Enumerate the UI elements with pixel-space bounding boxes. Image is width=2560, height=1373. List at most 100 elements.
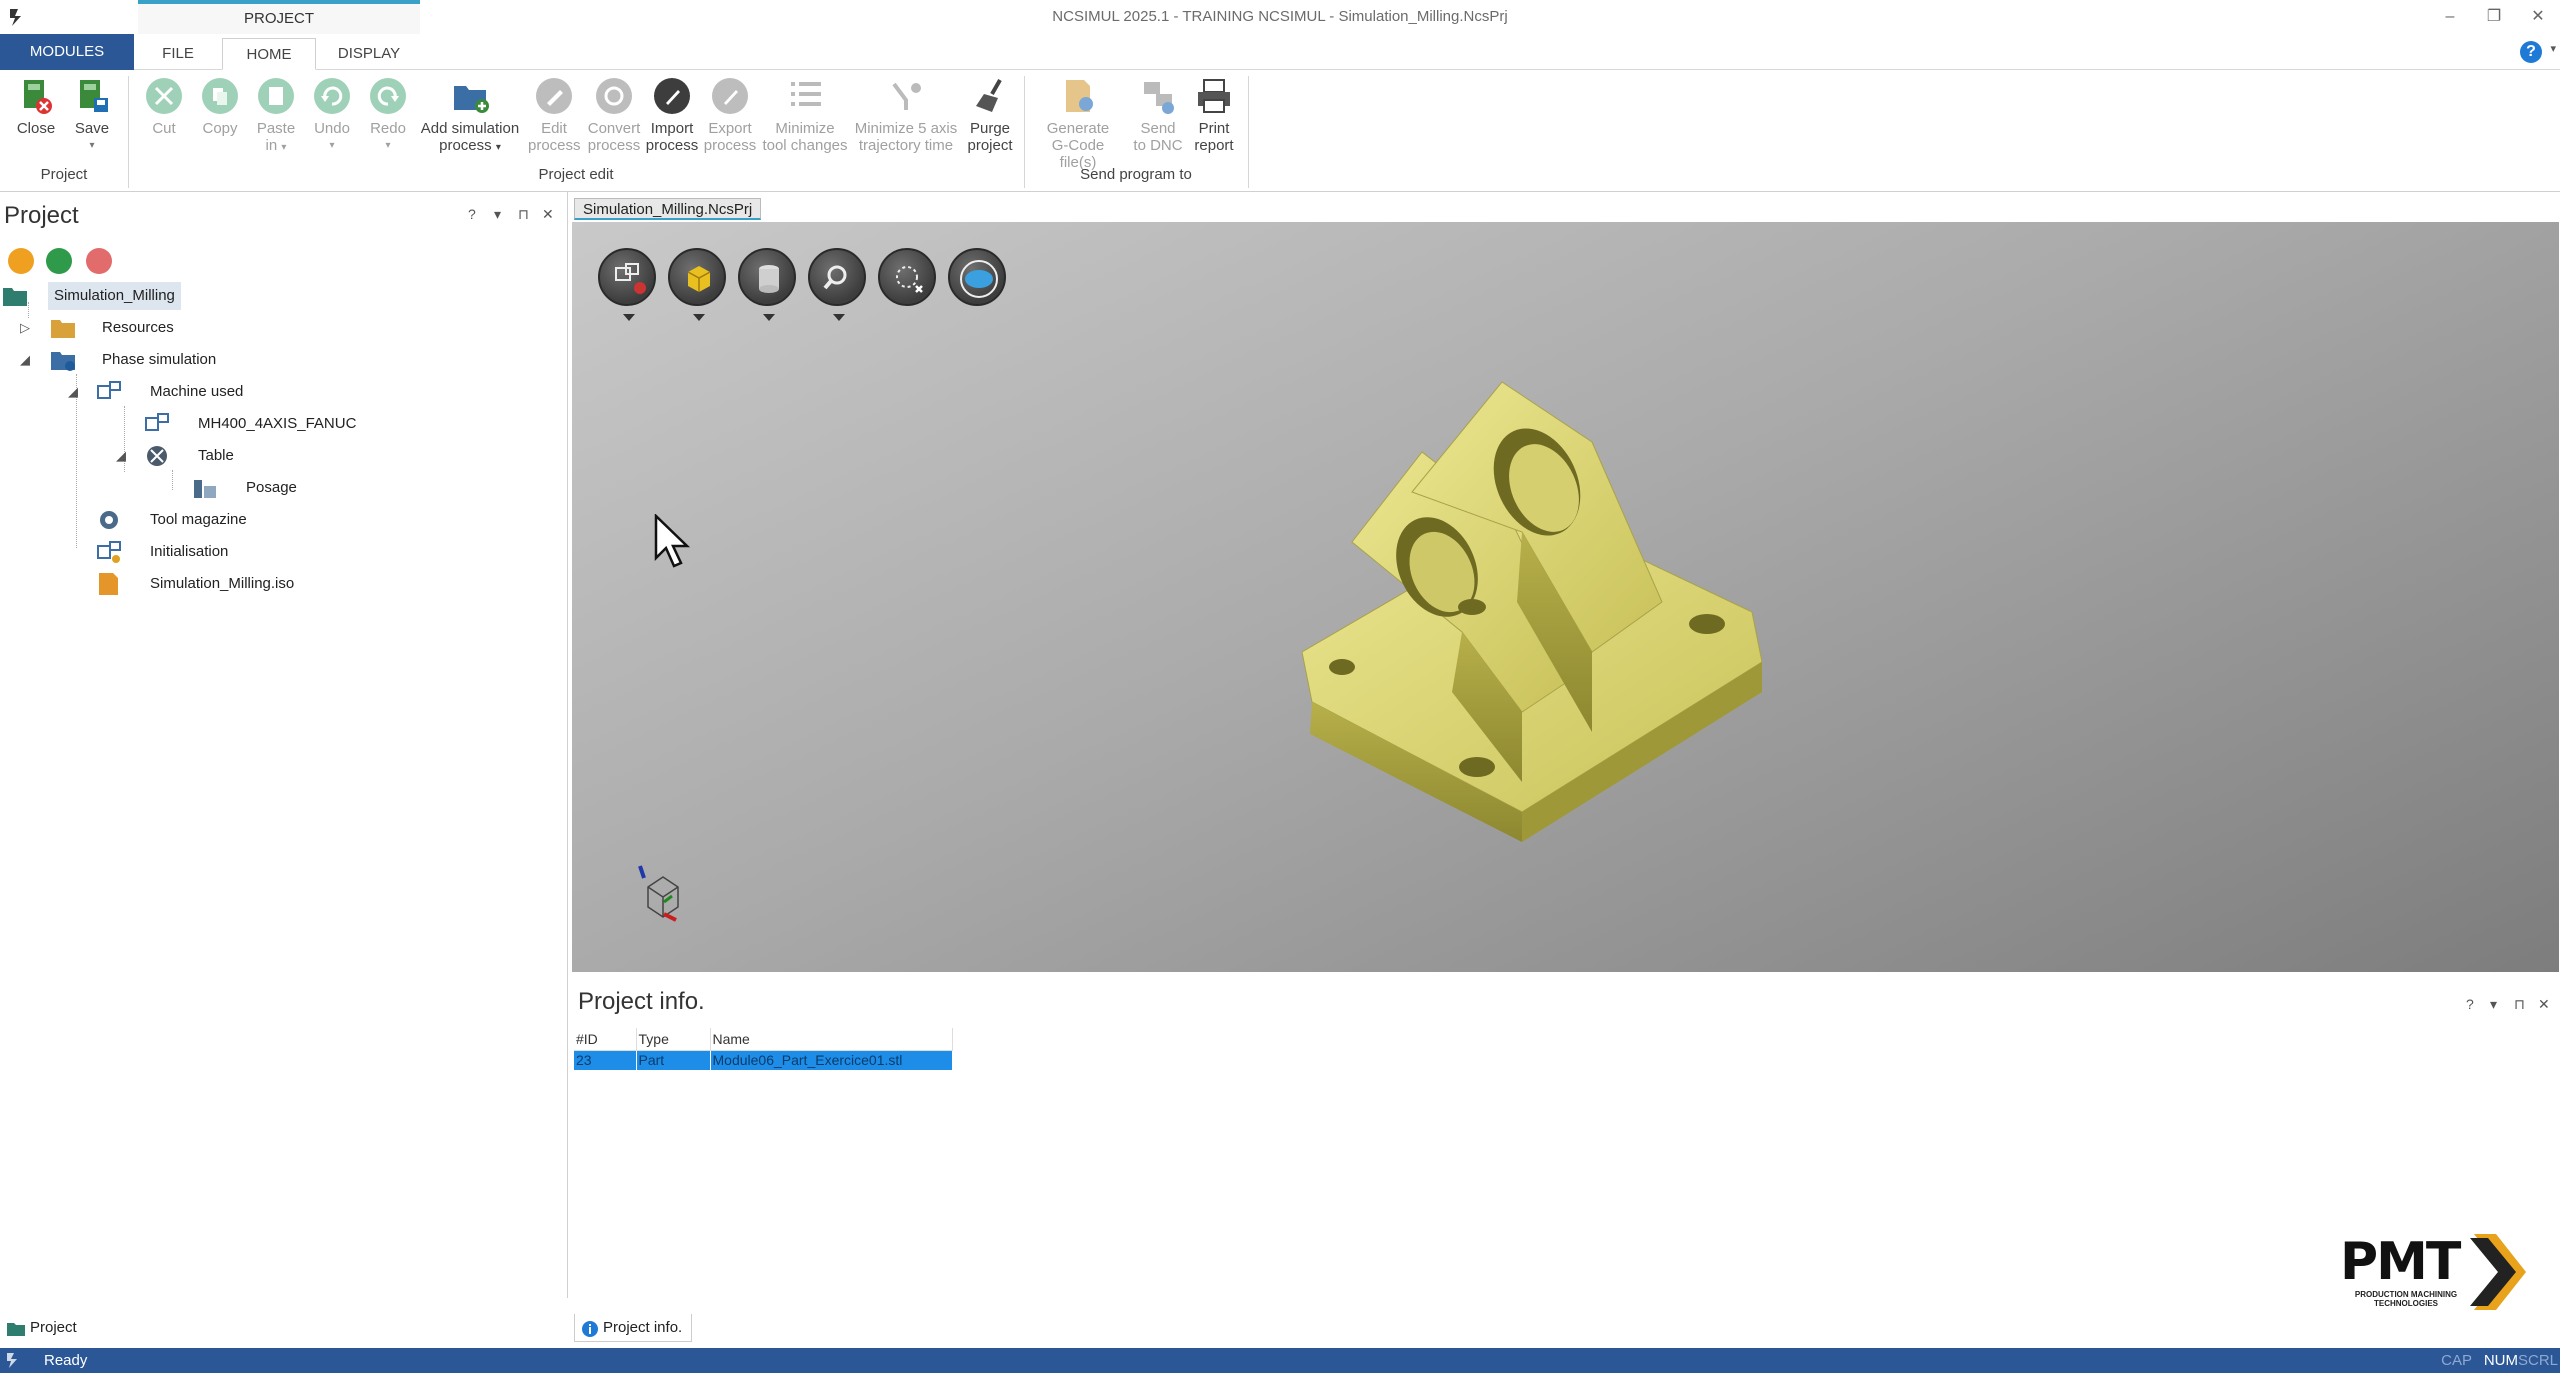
export-icon: [712, 78, 748, 114]
undo-button[interactable]: Undo ▾: [308, 76, 356, 154]
tree-item-iso[interactable]: Simulation_Milling.iso: [0, 570, 560, 598]
printer-icon: [1198, 79, 1230, 113]
tree-label-root: Simulation_Milling: [48, 282, 181, 310]
view-machine-button[interactable]: [598, 248, 656, 321]
tree-item-posage[interactable]: Posage: [0, 474, 560, 502]
document-tab[interactable]: Simulation_Milling.NcsPrj: [574, 198, 762, 220]
tree-item-tool-magazine[interactable]: Tool magazine: [0, 506, 560, 534]
column-header-type[interactable]: Type: [636, 1028, 711, 1051]
minimize-5-axis-button[interactable]: Minimize 5 axis trajectory time: [852, 76, 960, 154]
pin-icon[interactable]: ⊓: [2514, 996, 2525, 1013]
refresh-green-icon[interactable]: [46, 248, 72, 274]
add-sim-label-2: process: [439, 137, 492, 154]
refresh-red-icon[interactable]: [86, 248, 112, 274]
tree-item-machine[interactable]: MH400_4AXIS_FANUC: [0, 410, 560, 438]
rotate-icon: [960, 260, 998, 298]
tree-item-phase[interactable]: ◢ Phase simulation: [0, 346, 560, 374]
status-scrl: SCRL: [2517, 1352, 2558, 1369]
send-to-dnc-button[interactable]: Send to DNC: [1130, 76, 1186, 154]
file-icon: [99, 573, 118, 595]
tab-file[interactable]: FILE: [148, 38, 208, 70]
collapse-icon[interactable]: ◢: [116, 442, 126, 470]
column-header-name[interactable]: Name: [710, 1028, 953, 1051]
close-button[interactable]: Close: [14, 76, 58, 137]
chevron-down-icon[interactable]: [623, 314, 635, 321]
magnifier-icon: [823, 265, 847, 290]
cut-button[interactable]: Cut: [140, 76, 188, 137]
copy-label: Copy: [202, 120, 238, 137]
tree-item-root[interactable]: Simulation_Milling: [0, 282, 560, 310]
paste-in-button[interactable]: Paste in ▾: [252, 76, 300, 156]
table-row[interactable]: 23 Part Module06_Part_Exercice01.stl: [574, 1050, 953, 1070]
refresh-orange-icon[interactable]: [8, 248, 34, 274]
chevron-down-icon[interactable]: ▾: [494, 206, 501, 223]
restore-icon[interactable]: ❐: [2472, 0, 2516, 34]
print-report-button[interactable]: Print report: [1190, 76, 1238, 154]
export-process-button[interactable]: Export process: [702, 76, 758, 154]
help-icon[interactable]: ?: [2466, 996, 2474, 1012]
folder-icon: [51, 320, 75, 338]
pin-icon[interactable]: ⊓: [518, 206, 529, 223]
table-icon: [147, 446, 167, 466]
gcode-file-icon: [1066, 80, 1093, 112]
chevron-down-icon[interactable]: [763, 314, 775, 321]
edit-process-button[interactable]: Edit process: [528, 76, 581, 154]
table-header-row: #ID Type Name: [574, 1028, 953, 1051]
tree-item-machine-used[interactable]: ◢ Machine used: [0, 378, 560, 406]
close-window-icon[interactable]: ✕: [2516, 0, 2560, 34]
3d-viewport[interactable]: [572, 222, 2559, 972]
add-simulation-process-button[interactable]: Add simulation process ▾: [416, 76, 524, 156]
chevron-down-icon[interactable]: ▾: [2550, 42, 2556, 55]
purge-project-button[interactable]: Purge project: [960, 76, 1020, 154]
help-icon[interactable]: ?: [2520, 41, 2542, 63]
collapse-icon[interactable]: ◢: [68, 378, 78, 406]
panel-title: Project: [4, 202, 79, 229]
import-process-button[interactable]: Import process: [644, 76, 700, 154]
clear-selection-button[interactable]: [878, 248, 936, 306]
collapse-icon[interactable]: ◢: [20, 346, 30, 374]
undo-icon: [314, 78, 350, 114]
close-icon[interactable]: ✕: [542, 206, 554, 223]
zoom-button[interactable]: [808, 248, 866, 321]
tab-modules[interactable]: MODULES: [0, 34, 134, 70]
chevron-down-icon[interactable]: [833, 314, 845, 321]
list-icon: [791, 82, 821, 106]
chevron-down-icon: ▾: [281, 142, 287, 153]
dnc-icon: [1144, 82, 1174, 114]
minimize-icon[interactable]: –: [2428, 0, 2472, 34]
tree-item-initialisation[interactable]: Initialisation: [0, 538, 560, 566]
tree-label-posage: Posage: [246, 479, 297, 496]
view-stock-button[interactable]: [738, 248, 796, 321]
tree-item-resources[interactable]: ▷ Resources: [0, 314, 560, 342]
send-label-2: to DNC: [1133, 137, 1183, 154]
bottom-tab-info[interactable]: Project info.: [574, 1314, 692, 1342]
view-solid-button[interactable]: [668, 248, 726, 321]
rotate-view-button[interactable]: [948, 248, 1006, 306]
app-icon[interactable]: [6, 6, 28, 28]
send-label-1: Send: [1140, 120, 1176, 137]
chevron-down-icon: ▾: [329, 140, 335, 151]
column-header-id[interactable]: #ID: [574, 1028, 637, 1051]
expand-icon[interactable]: ▷: [20, 314, 30, 342]
convert-process-button[interactable]: Convert process: [584, 76, 644, 154]
close-icon[interactable]: ✕: [2538, 996, 2550, 1013]
chevron-down-icon[interactable]: [693, 314, 705, 321]
copy-button[interactable]: Copy: [196, 76, 244, 137]
group-label-project-edit: Project edit: [538, 166, 614, 183]
minimize-tool-changes-button[interactable]: Minimize tool changes: [758, 76, 852, 154]
help-icon[interactable]: ?: [468, 206, 476, 222]
tab-display[interactable]: DISPLAY: [330, 38, 408, 70]
save-button[interactable]: Save ▾: [70, 76, 114, 154]
status-app-icon: [7, 1353, 17, 1368]
bottom-tab-info-label: Project info.: [603, 1319, 683, 1336]
bottom-tab-project[interactable]: Project: [2, 1314, 86, 1342]
tree-label-table: Table: [198, 447, 234, 464]
redo-button[interactable]: Redo ▾: [364, 76, 412, 154]
tree-item-table[interactable]: ◢ Table: [0, 442, 560, 470]
chevron-down-icon[interactable]: ▾: [2490, 996, 2497, 1013]
info-icon: [582, 1321, 598, 1337]
logo-chevron-icon: [2470, 1234, 2526, 1310]
machine-view-icon: [615, 263, 646, 294]
tab-home[interactable]: HOME: [222, 38, 316, 70]
generate-gcode-button[interactable]: Generate G-Code file(s): [1032, 76, 1124, 171]
